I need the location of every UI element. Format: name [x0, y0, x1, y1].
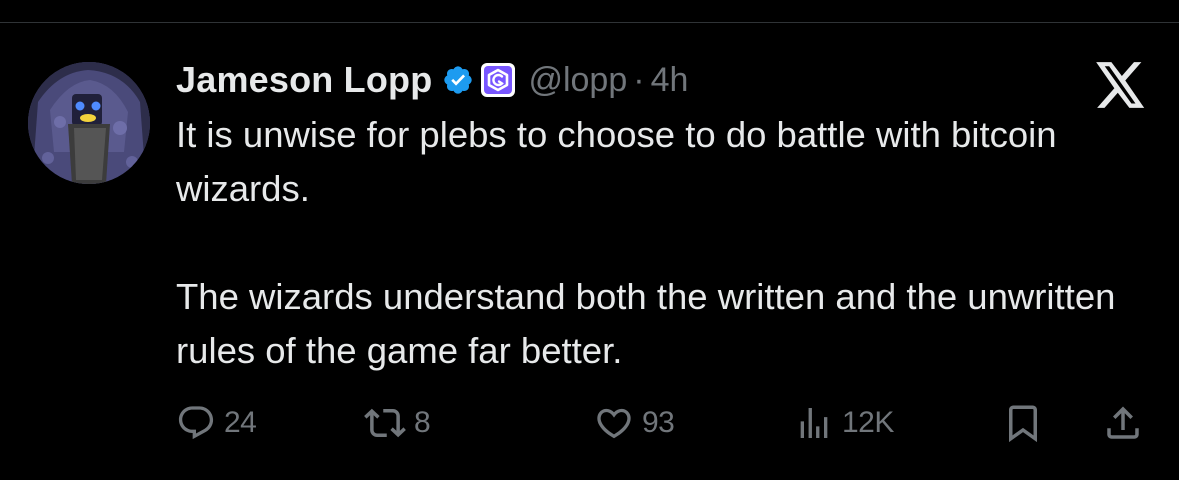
tweet-paragraph-2: The wizards understand both the written … — [176, 276, 1116, 371]
reply-button[interactable]: 24 — [176, 398, 257, 448]
author-handle[interactable]: @lopp — [528, 61, 627, 100]
verified-checkmark-icon[interactable] — [442, 64, 474, 96]
view-count: 12K — [842, 406, 894, 439]
reply-count: 24 — [224, 406, 257, 439]
tweet-paragraph-1: It is unwise for plebs to choose to do b… — [176, 114, 1057, 209]
share-button[interactable] — [1102, 398, 1144, 448]
avatar[interactable] — [28, 62, 150, 184]
meta-separator: · — [633, 60, 645, 99]
affiliate-logo-icon[interactable] — [480, 62, 516, 98]
action-bar: 24 8 93 12K — [176, 398, 1156, 448]
reply-icon — [176, 403, 216, 443]
bookmark-button[interactable] — [1002, 398, 1044, 448]
tweet-timestamp[interactable]: 4h — [651, 61, 689, 100]
views-button[interactable]: 12K — [794, 398, 894, 448]
author-display-name[interactable]: Jameson Lopp — [176, 59, 432, 101]
heart-icon — [594, 403, 634, 443]
x-logo-icon — [1096, 62, 1146, 108]
repost-icon — [364, 402, 406, 444]
tweet-body: It is unwise for plebs to choose to do b… — [176, 108, 1136, 378]
like-button[interactable]: 93 — [594, 398, 675, 448]
views-chart-icon — [794, 403, 834, 443]
top-divider — [0, 22, 1179, 23]
repost-count: 8 — [414, 406, 431, 439]
like-count: 93 — [642, 406, 675, 439]
share-icon — [1102, 402, 1144, 444]
repost-button[interactable]: 8 — [364, 398, 431, 448]
tweet-header: Jameson Lopp @lopp · 4h — [176, 56, 688, 104]
bookmark-icon — [1002, 402, 1044, 444]
